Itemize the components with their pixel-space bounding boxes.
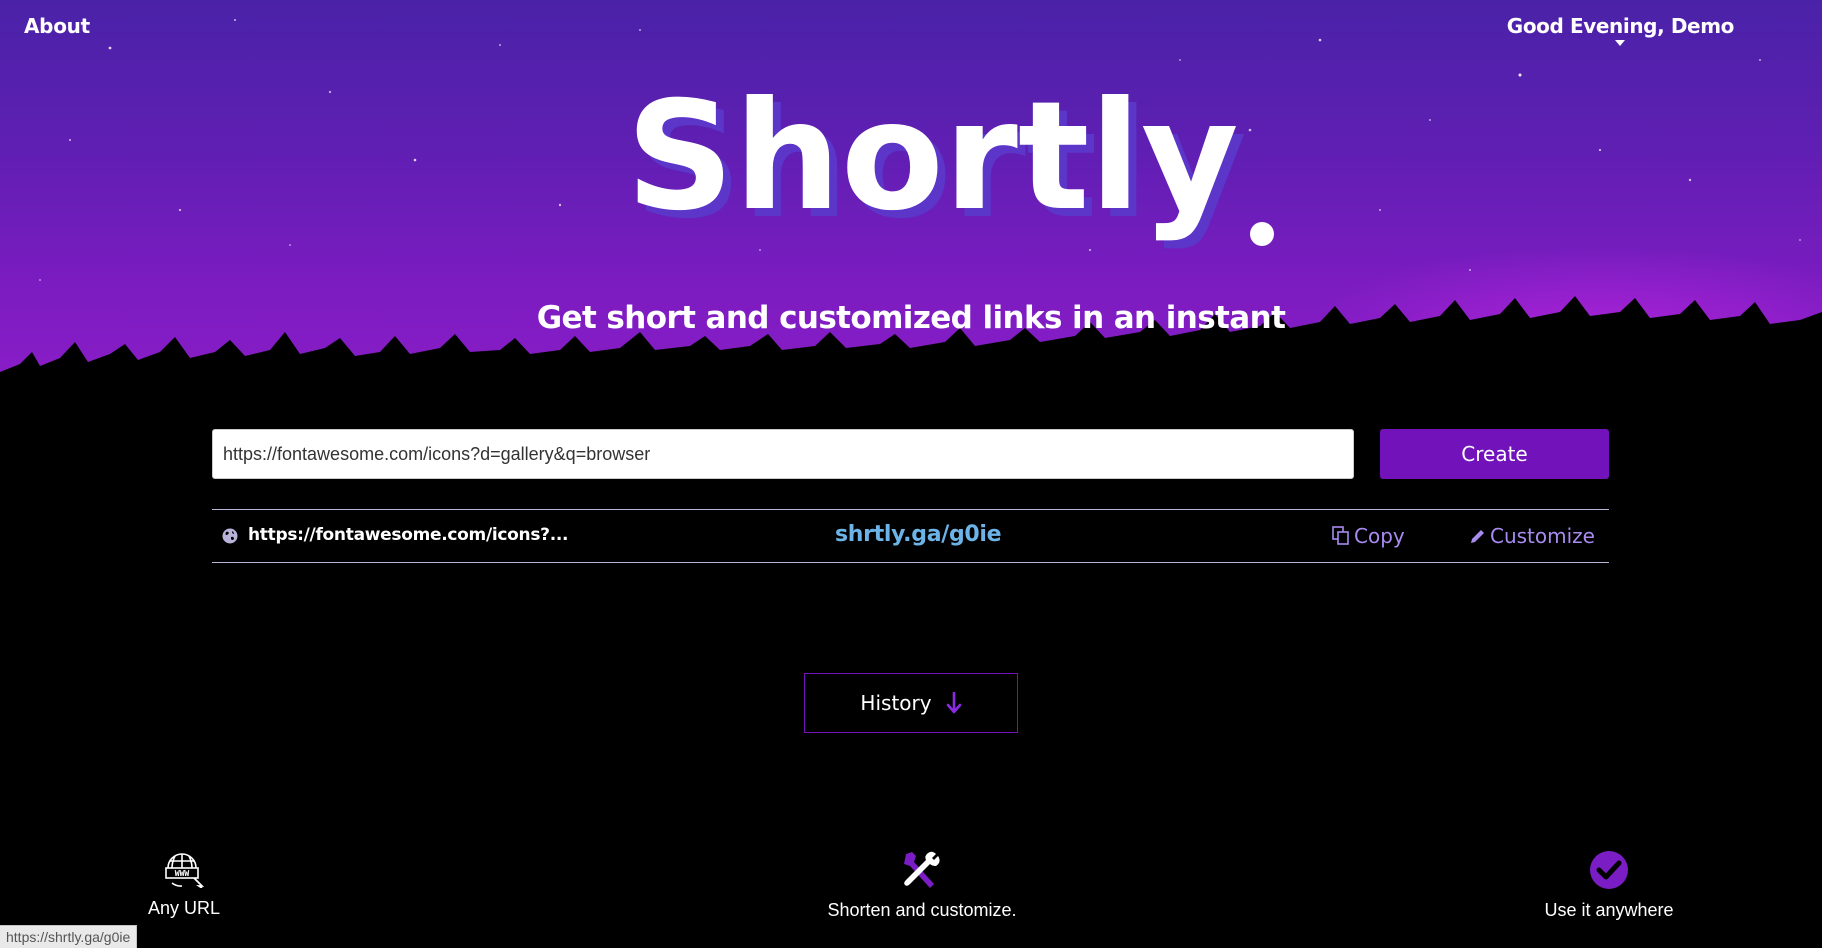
tagline: Get short and customized links in an ins…	[536, 300, 1286, 336]
feature-anywhere-label: Use it anywhere	[1544, 900, 1674, 920]
logo-dot	[1250, 222, 1274, 246]
greeting-text: Good Evening, Demo	[1506, 14, 1735, 38]
create-button[interactable]: Create	[1380, 429, 1609, 479]
feature-any-url: WWW Any URL	[54, 850, 314, 919]
feature-use-anywhere: Use it anywhere	[1479, 850, 1739, 921]
history-label: History	[860, 691, 932, 715]
feature-shorten-customize: Shorten and customize.	[792, 850, 1052, 921]
www-globe-icon: WWW	[165, 853, 204, 888]
browser-status-bar: https://shrtly.ga/g0ie	[0, 925, 138, 948]
copy-button[interactable]: Copy	[1332, 524, 1405, 548]
about-link[interactable]: About	[24, 14, 90, 38]
url-input[interactable]	[212, 429, 1354, 479]
check-circle-icon	[1590, 851, 1628, 889]
history-button[interactable]: History	[804, 673, 1018, 733]
pencil-icon	[1471, 530, 1484, 543]
customize-button[interactable]: Customize	[1469, 524, 1595, 548]
globe-icon	[222, 528, 238, 544]
user-menu[interactable]: Good Evening, Demo	[1507, 14, 1734, 46]
short-url-link[interactable]: shrtly.ga/g0ie	[835, 522, 1002, 547]
caret-down-icon	[1615, 40, 1626, 46]
arrow-down-icon	[946, 692, 961, 714]
feature-shorten-label: Shorten and customize.	[827, 900, 1017, 920]
shortened-link-row: https://fontawesome.com/icons?... shrtly…	[212, 509, 1609, 563]
tools-icon	[904, 851, 940, 888]
svg-text:WWW: WWW	[175, 869, 190, 878]
feature-any-url-label: Any URL	[147, 898, 221, 918]
customize-label: Customize	[1490, 524, 1595, 548]
shortly-logo: Shortly Shortly	[620, 50, 1280, 280]
copy-icon	[1332, 526, 1349, 545]
original-url: https://fontawesome.com/icons?...	[248, 525, 569, 545]
logo-text: Shortly	[626, 70, 1239, 244]
copy-label: Copy	[1354, 524, 1405, 548]
